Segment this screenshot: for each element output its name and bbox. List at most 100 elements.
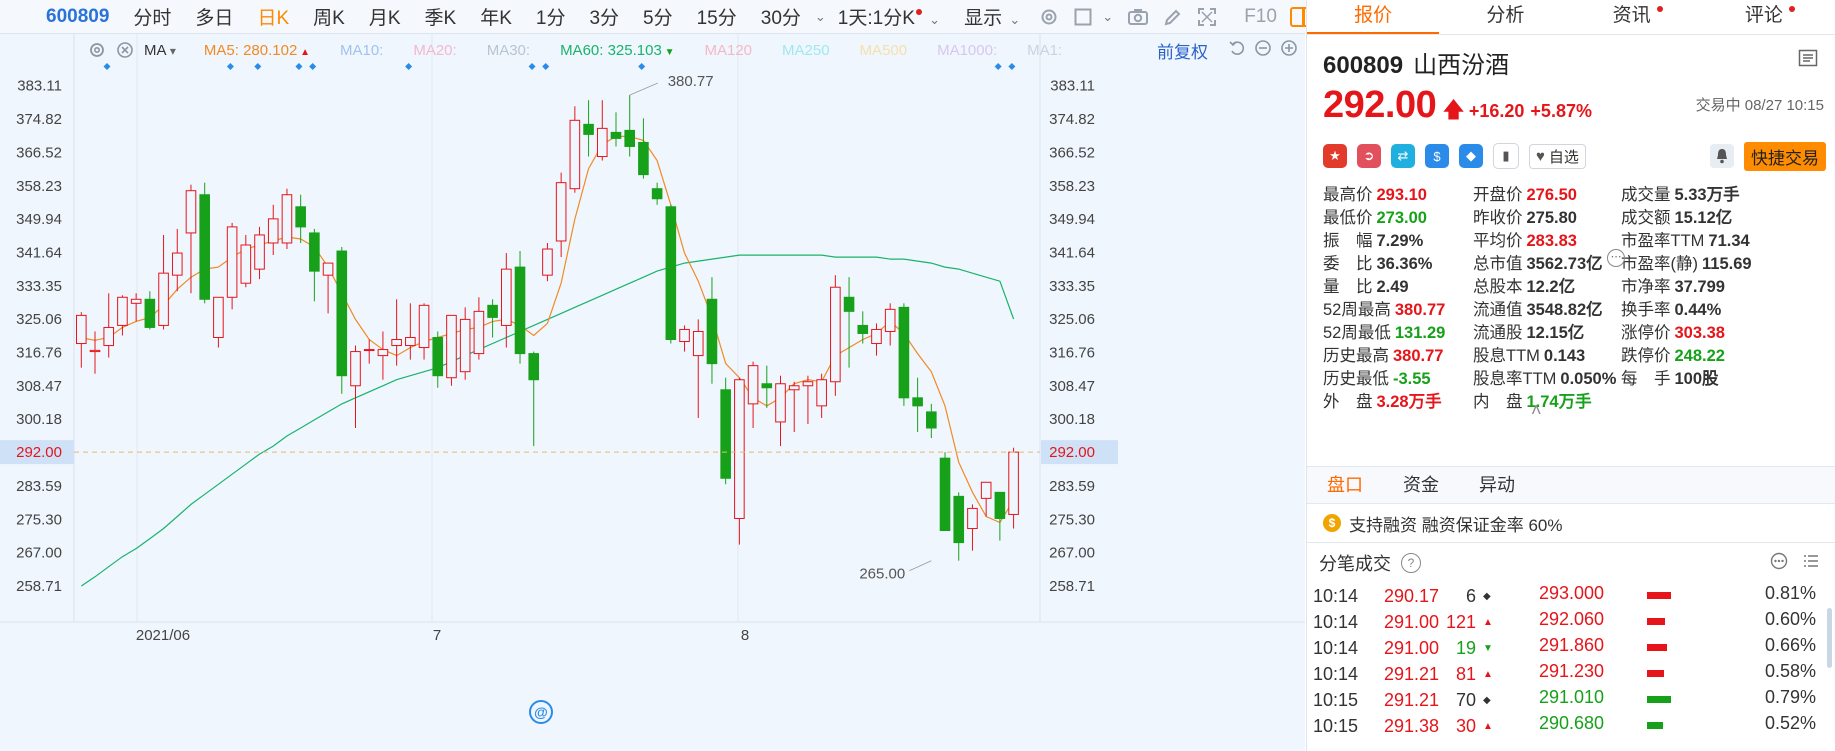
at-icon[interactable]: @ xyxy=(529,700,553,724)
close-icon[interactable] xyxy=(116,41,134,59)
adjust-button[interactable]: 前复权 xyxy=(1157,38,1208,63)
camera-icon[interactable] xyxy=(1127,6,1149,28)
quote-tab[interactable]: 报价 xyxy=(1307,0,1440,34)
tag-icon[interactable]: ◆ xyxy=(1459,144,1483,168)
quote-field-value: 380.77 xyxy=(1393,347,1444,365)
ma-indicator[interactable]: MA20: xyxy=(413,42,456,59)
quote-tab[interactable]: 分析 xyxy=(1439,0,1571,34)
more-icon[interactable] xyxy=(1770,552,1788,575)
candle-body xyxy=(281,194,293,244)
candle-body xyxy=(363,349,375,352)
quote-field: 涨停价 303.38 xyxy=(1621,319,1725,343)
trade-status: 交易中 08/27 10:15 xyxy=(1695,97,1824,114)
tick-volume: 19 xyxy=(1455,638,1476,658)
margin-note-row: $ 支持融资 融资保证金率 60% xyxy=(1307,508,1835,538)
ma-indicator[interactable]: MA30: xyxy=(487,42,530,59)
tick-volume: 70 xyxy=(1455,690,1476,710)
zoom-in-icon[interactable] xyxy=(1280,39,1298,61)
ma-indicator[interactable]: MA250 xyxy=(782,42,830,59)
chevron-down-icon[interactable]: ⌄ xyxy=(1102,9,1113,25)
period-tab[interactable]: 周K xyxy=(313,3,345,30)
quote-field: 外 盘 3.28万手 xyxy=(1323,388,1442,412)
quote-tab[interactable]: 评论 xyxy=(1704,0,1835,34)
stock-code[interactable]: 600809 xyxy=(46,6,109,28)
period-tab[interactable]: 日K xyxy=(257,3,289,30)
china-flag-icon[interactable]: ★ xyxy=(1323,144,1347,168)
ticks-scrollbar[interactable] xyxy=(1827,608,1832,668)
section-tab[interactable]: 盘口 xyxy=(1307,467,1383,503)
ma-indicator[interactable]: MA1000: xyxy=(937,42,997,59)
chevron-up-icon[interactable]: ˄ xyxy=(1531,400,1542,421)
period-tab[interactable]: 年K xyxy=(480,3,512,30)
y-tick-label-right: 341.64 xyxy=(1049,244,1095,261)
section-tab[interactable]: 异动 xyxy=(1459,467,1535,503)
price-change-pct: +5.87% xyxy=(1530,101,1592,121)
section-tab[interactable]: 资金 xyxy=(1383,467,1459,503)
period-tab[interactable]: 多日 xyxy=(195,3,233,30)
x-tick-label: 8 xyxy=(741,627,749,644)
ma-selector[interactable]: MA ▾ xyxy=(144,42,176,59)
tick-volume: 6 xyxy=(1465,586,1476,606)
ma-indicator[interactable]: MA500 xyxy=(860,42,908,59)
quote-field-value: 131.29 xyxy=(1394,324,1446,342)
candle-body xyxy=(569,119,581,190)
dollar-icon: $ xyxy=(1323,514,1341,532)
period-tab[interactable]: 5分 xyxy=(643,3,673,30)
ma-indicator[interactable]: MA10: xyxy=(340,42,383,59)
ticks-list[interactable]: 10:14 290.17 6 ◆ 293.000 0.81% 10:14 291.00 121 ▲… xyxy=(1307,586,1835,751)
settings-icon[interactable] xyxy=(1039,6,1059,28)
kline-chart[interactable]: 380.77 265.00 292.00 292.00 383.11 383.11 374… xyxy=(0,34,1305,751)
f10-button[interactable]: F10 xyxy=(1244,6,1277,28)
period-tab[interactable]: 1分 xyxy=(536,3,566,30)
square-icon[interactable] xyxy=(1073,6,1093,28)
tick-time: 10:14 xyxy=(1313,612,1359,632)
shuffle-icon[interactable]: ⇄ xyxy=(1391,144,1415,168)
ma-items: MA5: 280.102 ▲ MA10: MA20: MA30: MA60: 325.1… xyxy=(204,42,1092,59)
chevron-down-icon[interactable]: ⌄ xyxy=(815,9,826,25)
chart-toolbar: 600809 分时 多日 日K 周K 月K 季K 年K 1分 3分 5分 15分 30分 ⌄ 1天:1… xyxy=(0,0,1310,34)
expand-icon[interactable] xyxy=(1197,6,1217,28)
tick-time: 10:14 xyxy=(1313,664,1359,684)
dollar-icon[interactable]: $ xyxy=(1425,144,1449,168)
bookmark-icon[interactable]: ▮ xyxy=(1493,143,1519,169)
quick-trade-button[interactable]: 快捷交易 xyxy=(1744,141,1826,171)
custom-period-button[interactable]: 1天:1分K ⌄ xyxy=(838,3,940,30)
add-favorite-button[interactable]: ♥ 自选 xyxy=(1529,143,1586,169)
period-tab[interactable]: 季K xyxy=(425,3,457,30)
candle-body xyxy=(103,326,115,347)
kline-chart-area[interactable]: 380.77 265.00 292.00 292.00 383.11 383.11 374… xyxy=(0,34,1305,751)
tick-time: 10:15 xyxy=(1313,690,1359,710)
quote-field-label: 最高价 xyxy=(1323,186,1373,204)
ma-indicator[interactable]: MA1: xyxy=(1027,42,1062,59)
settings-icon[interactable] xyxy=(88,41,106,59)
menu-icon[interactable] xyxy=(1798,49,1818,72)
ma-indicator[interactable]: MA120 xyxy=(705,42,753,59)
quote-field-label: 股息TTM xyxy=(1473,347,1540,365)
more-icon[interactable]: ⋯ xyxy=(1607,249,1625,267)
quote-field-value: 3562.73亿 xyxy=(1526,255,1603,273)
undo-icon[interactable] xyxy=(1228,39,1246,61)
ma-indicator[interactable]: MA60: 325.103 ▼ xyxy=(560,42,674,59)
pen-icon[interactable] xyxy=(1163,6,1183,28)
period-tab[interactable]: 月K xyxy=(369,3,401,30)
list-icon[interactable] xyxy=(1802,552,1820,575)
candle-body xyxy=(665,206,677,341)
display-button[interactable]: 显示 ⌄ xyxy=(964,3,1020,30)
period-tab[interactable]: 3分 xyxy=(589,3,619,30)
runner-icon[interactable]: ➲ xyxy=(1357,144,1381,168)
quote-field-label: 历史最高 xyxy=(1323,347,1389,365)
ma-indicator[interactable]: MA5: 280.102 ▲ xyxy=(204,42,310,59)
period-tab[interactable]: 30分 xyxy=(761,3,801,30)
quote-tab-label: 分析 xyxy=(1486,5,1525,26)
bell-icon[interactable] xyxy=(1710,144,1734,168)
help-icon[interactable]: ? xyxy=(1401,553,1421,573)
quote-field: 市净率 37.799 xyxy=(1621,273,1725,297)
quote-tab[interactable]: 资讯 xyxy=(1572,0,1704,34)
candle-body xyxy=(720,389,731,479)
quote-field: 流通股 12.15亿 xyxy=(1473,319,1584,343)
zoom-out-icon[interactable] xyxy=(1254,39,1272,61)
level-pct: 0.58% xyxy=(1764,661,1816,681)
period-tab[interactable]: 15分 xyxy=(697,3,737,30)
candle-body xyxy=(185,190,197,234)
period-tab[interactable]: 分时 xyxy=(133,3,171,30)
